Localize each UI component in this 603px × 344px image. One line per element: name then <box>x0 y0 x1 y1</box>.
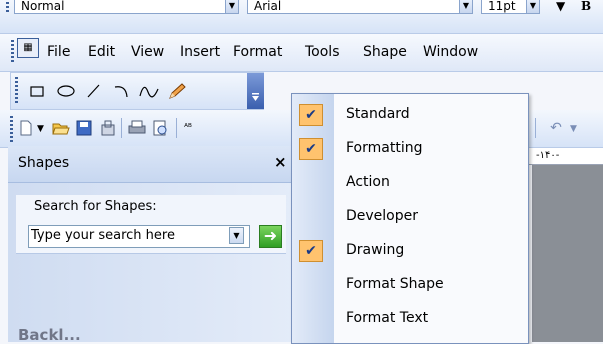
menu-item-format-shape[interactable]: Format Shape <box>292 268 528 302</box>
bold-button[interactable]: ▼ B <box>546 0 603 14</box>
style-combo[interactable]: Normal ▼ <box>14 0 239 14</box>
menu-item-label: Developer <box>346 208 419 224</box>
menu-item-label: Format Shape <box>346 276 444 292</box>
menu-item-label: Drawing <box>346 242 405 258</box>
menu-item-label: Format Text <box>346 310 429 326</box>
toolbar-options-icon[interactable] <box>247 73 264 109</box>
check-icon: ✔ <box>299 240 323 262</box>
formatting-toolbar: Normal ▼ Arial ▼ 11pt ▼ ▼ B <box>0 0 603 34</box>
check-icon: ✔ <box>299 138 323 160</box>
pencil-icon[interactable] <box>167 83 186 99</box>
style-value: Normal <box>21 0 65 13</box>
menu-item-standard[interactable]: ✔ Standard <box>292 98 528 132</box>
drawing-canvas[interactable] <box>532 165 603 342</box>
shapes-pane-header: Shapes × <box>8 146 298 183</box>
shapes-category-heading: Backl... <box>18 326 81 344</box>
arc-icon[interactable] <box>113 83 129 99</box>
font-value: Arial <box>254 0 282 13</box>
menu-view[interactable]: View <box>131 44 164 60</box>
menu-item-format-text[interactable]: Format Text <box>292 302 528 336</box>
ellipse-icon[interactable] <box>57 83 75 99</box>
menu-window[interactable]: Window <box>423 44 478 60</box>
menu-file[interactable]: File <box>47 44 70 60</box>
chevron-down-icon[interactable]: ▼ <box>570 124 577 134</box>
new-icon[interactable] <box>18 120 34 136</box>
search-input[interactable]: Type your search here <box>28 225 250 248</box>
print-preview-icon[interactable] <box>152 120 168 136</box>
shapes-pane-title: Shapes <box>18 155 70 171</box>
ruler-label: -۱۴۰- <box>536 150 560 161</box>
toolbars-context-menu: ✔ Standard ✔ Formatting Action Developer… <box>291 93 529 344</box>
down-arrow: ▼ <box>556 0 566 13</box>
drawing-toolbar-grip[interactable] <box>15 77 18 105</box>
open-icon[interactable] <box>52 120 70 136</box>
check-icon: ✔ <box>299 104 323 126</box>
font-size-value: 11pt <box>488 0 516 13</box>
chevron-down-icon[interactable]: ▼ <box>37 124 44 134</box>
font-combo[interactable]: Arial ▼ <box>247 0 473 14</box>
menu-shape[interactable]: Shape <box>363 44 407 60</box>
menu-item-label: Action <box>346 174 390 190</box>
chevron-down-icon[interactable]: ▼ <box>526 0 539 13</box>
toolbar-separator <box>535 118 536 138</box>
drawing-toolbar <box>10 72 264 110</box>
search-go-button[interactable]: ➜ <box>259 225 282 248</box>
spelling-icon[interactable]: ᴬᴮ <box>180 120 196 136</box>
horizontal-ruler: -۱۴۰- <box>526 148 603 165</box>
close-icon[interactable]: × <box>274 153 287 171</box>
menu-item-drawing[interactable]: ✔ Drawing <box>292 234 528 268</box>
line-icon[interactable] <box>85 83 101 99</box>
undo-icon[interactable]: ↶ <box>548 120 564 136</box>
chevron-down-icon[interactable]: ▼ <box>459 0 472 13</box>
toolbar-separator <box>176 118 177 138</box>
bold-label: B <box>581 0 592 13</box>
menu-insert[interactable]: Insert <box>180 44 220 60</box>
menu-item-developer[interactable]: Developer <box>292 200 528 234</box>
menu-item-action[interactable]: Action <box>292 166 528 200</box>
menu-grip[interactable] <box>11 40 14 63</box>
rectangle-icon[interactable] <box>29 83 45 99</box>
font-size-combo[interactable]: 11pt ▼ <box>481 0 540 14</box>
chevron-down-icon[interactable]: ▼ <box>225 0 238 13</box>
toolbar-grip[interactable] <box>6 2 9 13</box>
toolbar-separator <box>121 118 122 138</box>
search-placeholder: Type your search here <box>31 228 175 243</box>
standard-toolbar-grip[interactable] <box>10 116 13 143</box>
search-label: Search for Shapes: <box>34 199 157 214</box>
menu-format[interactable]: Format <box>233 44 282 60</box>
menu-item-formatting[interactable]: ✔ Formatting <box>292 132 528 166</box>
print-icon[interactable] <box>128 120 146 136</box>
document-menu-icon[interactable]: ▦ <box>17 38 39 58</box>
menu-item-label: Standard <box>346 106 410 122</box>
save-icon[interactable] <box>76 120 92 136</box>
permission-icon[interactable] <box>100 120 116 136</box>
freeform-icon[interactable] <box>139 83 159 99</box>
menu-tools[interactable]: Tools <box>305 44 340 60</box>
menu-item-label: Formatting <box>346 140 423 156</box>
menu-edit[interactable]: Edit <box>88 44 115 60</box>
chevron-down-icon[interactable]: ▼ <box>229 227 244 244</box>
